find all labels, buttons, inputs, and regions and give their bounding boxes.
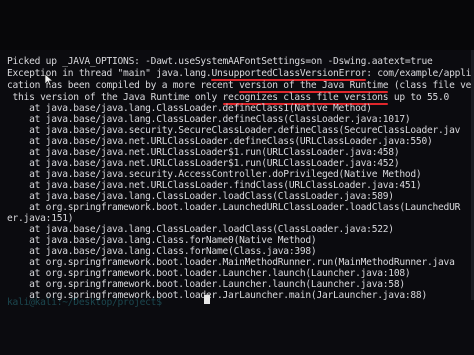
version-line: this version of the Java Runtime only re… — [7, 92, 450, 103]
stack-frame: at java.base/java.net.URLClassLoader.def… — [7, 136, 433, 147]
version-text-a: this version of the Java Runtime only — [7, 92, 223, 103]
stack-frame-wrap: er.java:151) — [7, 213, 74, 224]
text-cursor — [204, 295, 210, 304]
compiled-text-c: (class file vers — [388, 80, 474, 91]
stack-frame: at java.base/java.lang.ClassLoader.loadC… — [7, 224, 394, 235]
stack-frame: at java.base/java.lang.ClassLoader.defin… — [7, 114, 411, 125]
stack-frame: at java.base/java.security.AccessControl… — [7, 169, 422, 180]
stack-frame: at org.springframework.boot.loader.MainM… — [7, 257, 455, 268]
stack-frame: at org.springframework.boot.loader.Launc… — [7, 279, 405, 290]
stack-frame: at org.springframework.boot.loader.Launc… — [7, 268, 411, 279]
stack-frame: at java.base/java.net.URLClassLoader$1.r… — [7, 147, 400, 158]
stack-frame: at org.springframework.boot.loader.Launc… — [7, 202, 461, 213]
compiled-line: cation has been compiled by a more recen… — [7, 80, 474, 91]
stack-frame: at java.base/java.lang.Class.forName0(Na… — [7, 235, 317, 246]
compiled-text-a: cation has been compiled by a more recen… — [7, 80, 240, 91]
mouse-pointer-icon — [44, 74, 54, 86]
java-options-line: Picked up _JAVA_OPTIONS: -Dawt.useSystem… — [7, 56, 433, 67]
stack-frame: at java.base/java.net.URLClassLoader$1.r… — [7, 158, 400, 169]
stack-frame: at java.base/java.lang.ClassLoader.defin… — [7, 103, 372, 114]
terminal-screen[interactable]: Picked up _JAVA_OPTIONS: -Dawt.useSystem… — [0, 0, 474, 355]
stack-frame: at java.base/java.net.URLClassLoader.fin… — [7, 180, 422, 191]
terminal-top-area — [0, 0, 474, 50]
exception-error-name: UnsupportedClassVersionError — [211, 68, 367, 79]
exception-suffix: : com/example/applica — [366, 68, 474, 79]
version-text-highlight: recognizes class file versions — [222, 92, 389, 103]
version-text-c: up to 55.0 — [388, 92, 450, 103]
shell-prompt: kali@kali:~/Desktop/project$ — [7, 297, 168, 308]
stack-frame: at java.base/java.security.SecureClassLo… — [7, 125, 461, 136]
compiled-text-highlight: version of the Java Runtime — [239, 80, 389, 91]
stack-frame: at java.base/java.lang.Class.forName(Cla… — [7, 246, 317, 257]
exception-prefix: Exception in thread "main" java.lang. — [7, 68, 212, 79]
exception-line: Exception in thread "main" java.lang.Uns… — [7, 68, 474, 79]
stack-frame: at java.base/java.lang.ClassLoader.loadC… — [7, 191, 394, 202]
